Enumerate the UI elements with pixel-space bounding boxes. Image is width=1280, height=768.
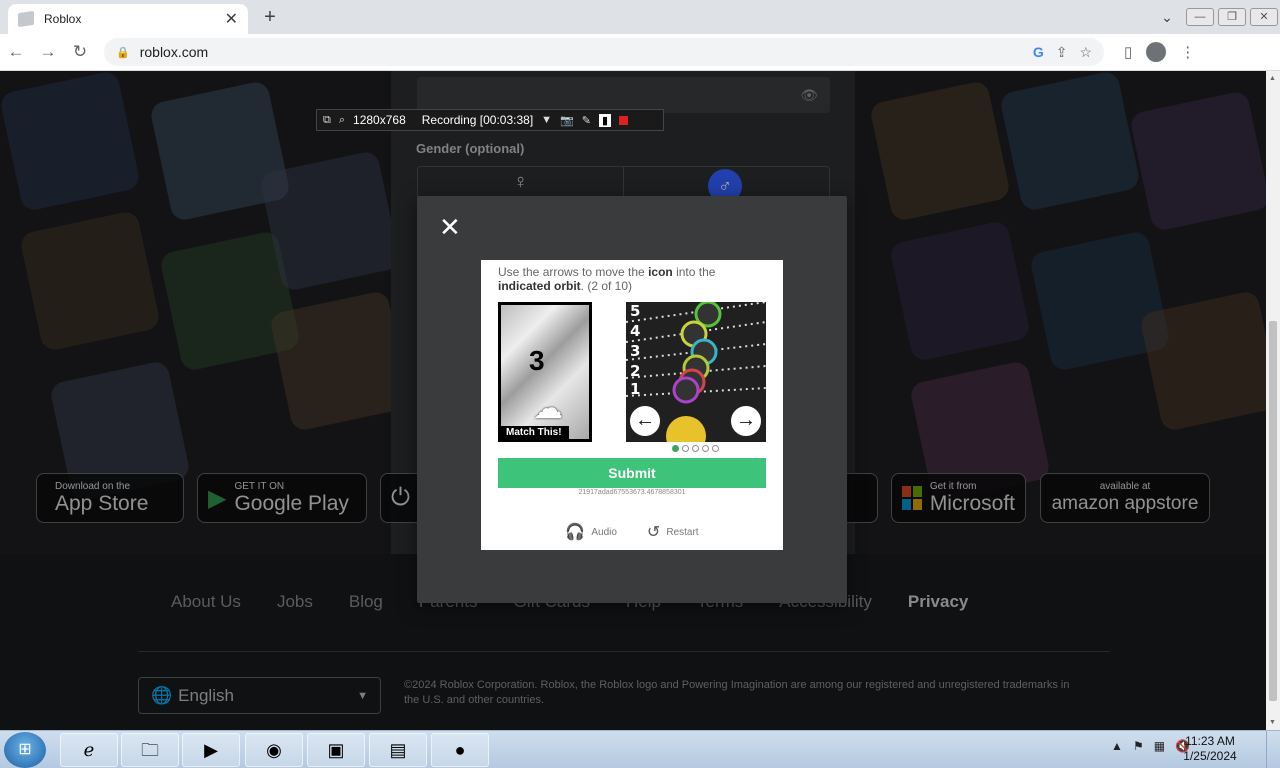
taskbar-clock[interactable]: 11:23 AM 1/25/2024: [1180, 734, 1240, 764]
close-icon[interactable]: ✕: [439, 214, 461, 240]
orbit-number: 1: [630, 380, 640, 398]
windows-taskbar: ⊞ ℯ 🗀 ▶ ◉ ▣ ▤ ● ▲ ⚑ ▦ 🔇 11:23 AM 1/25/20…: [0, 730, 1280, 768]
instruction-text: into the: [672, 265, 716, 279]
arrow-left-button[interactable]: ←: [628, 404, 662, 438]
zoom-icon[interactable]: ⌕: [339, 114, 345, 127]
instruction-bold: indicated orbit: [498, 279, 581, 293]
recording-status: Recording [00:03:38]: [421, 113, 534, 127]
side-panel-icon[interactable]: ▯: [1124, 43, 1132, 61]
internet-explorer-icon[interactable]: ℯ: [60, 733, 118, 767]
scroll-thumb[interactable]: [1269, 321, 1277, 701]
file-explorer-icon[interactable]: 🗀: [121, 733, 179, 767]
arrow-right-button[interactable]: →: [729, 404, 763, 438]
scroll-down-icon[interactable]: ▼: [1269, 719, 1276, 726]
recorder-app-icon[interactable]: ●: [431, 733, 489, 767]
lock-icon[interactable]: 🔒: [116, 46, 130, 59]
clock-time: 11:23 AM: [1185, 734, 1235, 748]
captcha-instruction: Use the arrows to move the icon into the…: [498, 265, 768, 293]
minimize-button[interactable]: —: [1186, 8, 1214, 26]
reference-card: 3 ☁ Match This!: [498, 302, 592, 442]
verification-modal: ✕ Use the arrows to move the icon into t…: [417, 196, 847, 603]
clock-date: 1/25/2024: [1183, 749, 1237, 763]
new-tab-button[interactable]: +: [258, 6, 282, 30]
page-dot[interactable]: [702, 445, 709, 452]
start-button[interactable]: ⊞: [4, 732, 46, 768]
tab-title: Roblox: [44, 12, 82, 26]
session-id: 21917adad67553673.4678858301: [578, 489, 686, 496]
google-lens-icon[interactable]: G: [1033, 44, 1044, 60]
tab-search-chevron-icon[interactable]: ⌄: [1150, 9, 1184, 26]
screen-recorder-toolbar: ⧉ ⌕ 1280x768 Recording [00:03:38] ▼ 📷 ✎ …: [316, 109, 664, 131]
orbit-number: 2: [630, 362, 640, 380]
dropdown-triangle-icon[interactable]: ▼: [541, 114, 552, 126]
show-desktop-button[interactable]: [1266, 731, 1280, 768]
pause-icon[interactable]: ▮: [598, 113, 612, 127]
audio-button[interactable]: 🎧 Audio: [565, 522, 617, 542]
address-bar[interactable]: 🔒 roblox.com G ⇪ ☆: [104, 38, 1104, 66]
tray-expand-icon[interactable]: ▲: [1111, 739, 1123, 753]
address-url: roblox.com: [139, 44, 209, 60]
page-scrollbar[interactable]: ▲ ▼: [1266, 71, 1280, 730]
page-dot-active[interactable]: [672, 445, 679, 452]
sticky-notes-icon[interactable]: ▤: [369, 733, 427, 767]
orbit-puzzle[interactable]: 5 4 3 2 1 ← →: [626, 302, 766, 442]
page-dot[interactable]: [682, 445, 689, 452]
profile-avatar-icon[interactable]: [1146, 42, 1167, 62]
back-arrow-icon[interactable]: ←: [0, 42, 32, 62]
camera-icon[interactable]: 📷: [560, 114, 574, 127]
pencil-icon[interactable]: ✎: [582, 114, 591, 127]
menu-kebab-icon[interactable]: ⋮: [1180, 43, 1195, 61]
restart-icon: ↺: [646, 524, 661, 541]
stop-record-icon[interactable]: [619, 115, 629, 125]
reload-icon[interactable]: ↻: [64, 42, 96, 62]
close-window-button[interactable]: ✕: [1250, 8, 1278, 26]
captcha-footer: 🎧 Audio ↺ Restart: [481, 522, 783, 542]
page-dot[interactable]: [692, 445, 699, 452]
reference-number: 3: [529, 345, 545, 376]
restart-button[interactable]: ↺ Restart: [647, 522, 699, 542]
roblox-favicon-icon: [18, 10, 34, 28]
resize-icon[interactable]: ⧉: [323, 114, 331, 127]
system-tray: ▲ ⚑ ▦ 🔇: [1111, 739, 1190, 753]
orbit-number: 4: [630, 322, 640, 340]
browser-tab-strip: Roblox ✕ + ⌄ — ❐ ✕: [0, 0, 1280, 34]
instruction-text: . (2 of 10): [580, 279, 633, 293]
restart-label: Restart: [666, 526, 699, 538]
instruction-bold: icon: [648, 265, 673, 279]
orbit-number: 3: [630, 342, 640, 360]
bookmark-star-icon[interactable]: ☆: [1079, 44, 1092, 61]
tab-close-icon[interactable]: ✕: [225, 9, 238, 29]
restore-button[interactable]: ❐: [1218, 8, 1246, 26]
match-this-label: Match This!: [501, 426, 569, 439]
submit-button[interactable]: Submit: [498, 458, 766, 488]
flag-icon[interactable]: ⚑: [1133, 739, 1144, 753]
browser-toolbar: ← → ↻ 🔒 roblox.com G ⇪ ☆ ▯ ⋮: [0, 34, 1280, 71]
scroll-up-icon[interactable]: ▲: [1269, 75, 1276, 82]
captcha-challenge: Use the arrows to move the icon into the…: [481, 260, 783, 550]
orbit-number: 5: [630, 302, 640, 320]
window-controls: ⌄ — ❐ ✕: [1150, 0, 1280, 34]
instruction-text: Use the arrows to move the: [498, 265, 649, 279]
page-dots: [672, 445, 719, 452]
network-icon[interactable]: ▦: [1154, 739, 1165, 753]
headphones-icon: 🎧: [565, 524, 586, 541]
chrome-icon[interactable]: ◉: [245, 733, 303, 767]
storm-cloud-icon: ☁: [533, 392, 563, 425]
app-window-icon[interactable]: ▣: [307, 733, 365, 767]
audio-label: Audio: [591, 526, 617, 538]
forward-arrow-icon[interactable]: →: [32, 42, 64, 62]
browser-tab[interactable]: Roblox ✕: [8, 4, 248, 34]
share-icon[interactable]: ⇪: [1056, 44, 1068, 61]
media-player-icon[interactable]: ▶: [182, 733, 240, 767]
page-dot[interactable]: [712, 445, 719, 452]
recording-resolution: 1280x768: [353, 113, 406, 127]
